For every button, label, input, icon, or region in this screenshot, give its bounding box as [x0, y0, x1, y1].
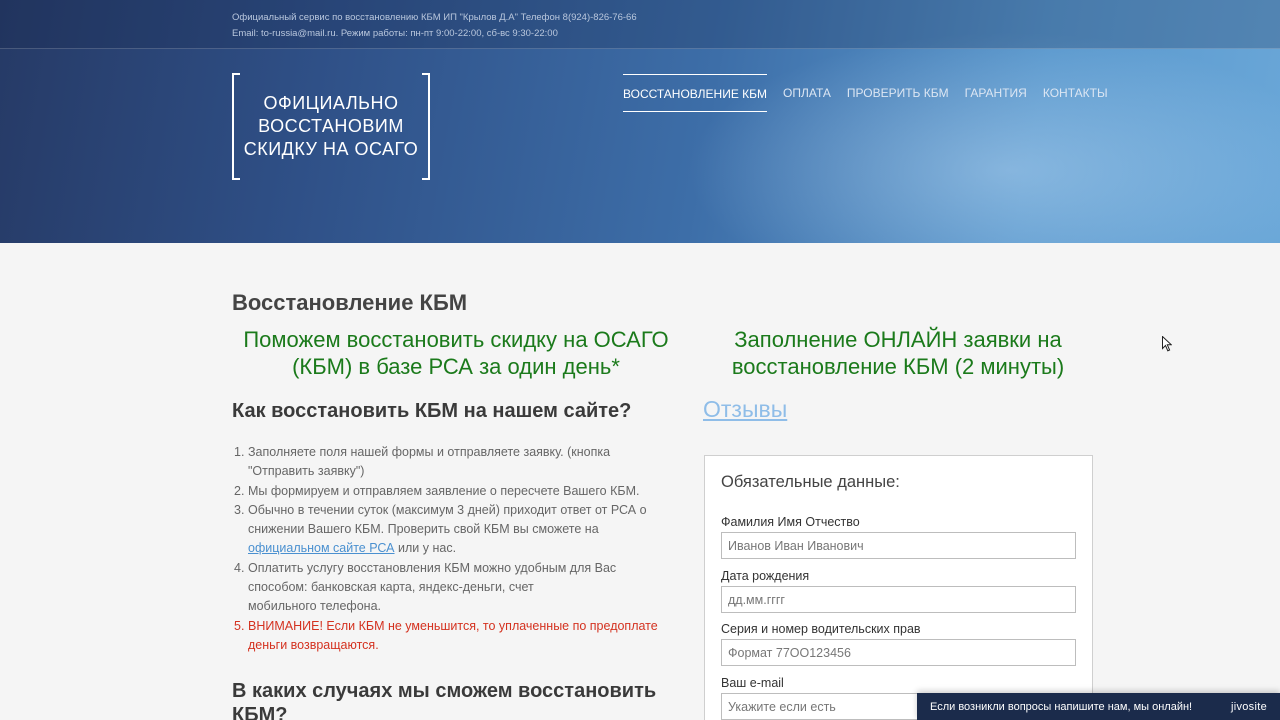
license-label: Серия и номер водительских прав: [721, 622, 921, 636]
list-item: 4. Оплатить услугу восстановления КБМ мо…: [232, 559, 672, 617]
step-text: Обычно в течении суток (максимум 3 дней)…: [248, 502, 647, 537]
step-text: ВНИМАНИЕ! Если КБМ не уменьшится, то упл…: [248, 618, 658, 652]
reviews-link[interactable]: Отзывы: [703, 396, 787, 423]
mouse-cursor-icon: [1162, 336, 1172, 352]
chat-prompt: Если возникли вопросы напишите нам, мы о…: [930, 700, 1193, 713]
rsa-site-link[interactable]: официальном сайте РСА: [248, 541, 395, 555]
list-item: 1. Заполняете поля нашей формы и отправл…: [232, 443, 672, 482]
nav-item-contacts[interactable]: Контакты: [1043, 74, 1108, 112]
step-text: Заполняете поля нашей формы и отправляет…: [248, 445, 611, 479]
nav-item-check-kbm[interactable]: Проверить КБМ: [847, 74, 949, 112]
list-item-warning: 5. ВНИМАНИЕ! Если КБМ не уменьшится, то …: [232, 617, 672, 656]
cases-title: В каких случаях мы сможем восстановить К…: [232, 680, 657, 720]
birthdate-label: Дата рождения: [721, 569, 810, 583]
fullname-label: Фамилия Имя Отчество: [721, 515, 860, 529]
howto-title: Как восстановить КБМ на нашем сайте?: [232, 400, 632, 422]
contact-info: Email: to-russia@mail.ru. Режим работы: …: [232, 28, 558, 39]
step-number: 4.: [234, 560, 245, 575]
fullname-input[interactable]: [721, 532, 1076, 559]
chat-widget[interactable]: Если возникли вопросы напишите нам, мы о…: [917, 693, 1280, 720]
license-input[interactable]: [721, 639, 1076, 666]
step-number: 5.: [234, 618, 245, 633]
list-item: 2. Мы формируем и отправляем заявление о…: [232, 482, 672, 501]
step-number: 1.: [234, 445, 245, 459]
steps-list: 1. Заполняете поля нашей формы и отправл…: [232, 443, 672, 655]
site-logo[interactable]: ОФИЦИАЛЬНО ВОССТАНОВИМ СКИДКУ НА ОСАГО: [232, 73, 430, 180]
hero-header: Официальный сервис по восстановлению КБМ…: [0, 0, 1280, 243]
step-number: 3.: [234, 502, 245, 517]
step-text: мобильного телефона.: [248, 599, 381, 614]
nav-item-guarantee[interactable]: Гарантия: [965, 74, 1027, 112]
form-title: Обязательные данные:: [721, 473, 900, 491]
logo-text: ОФИЦИАЛЬНО ВОССТАНОВИМ СКИДКУ НА ОСАГО: [243, 93, 419, 159]
nav-item-payment[interactable]: Оплата: [783, 74, 831, 112]
page-title: Восстановление КБМ: [232, 290, 468, 315]
headline-right: Заполнение ОНЛАЙН заявки на восстановлен…: [731, 327, 1065, 379]
step-text: Мы формируем и отправляем заявление о пе…: [248, 483, 640, 498]
main-nav: Восстановление КБМ Оплата Проверить КБМ …: [623, 74, 1124, 112]
birthdate-input[interactable]: [721, 586, 1076, 613]
company-info: Официальный сервис по восстановлению КБМ…: [232, 12, 637, 23]
nav-item-restore-kbm[interactable]: Восстановление КБМ: [623, 74, 768, 112]
step-text: Оплатить услугу восстановления КБМ можно…: [248, 560, 617, 595]
application-form: Обязательные данные: Фамилия Имя Отчеств…: [704, 455, 1093, 720]
list-item: 3. Обычно в течении суток (максимум 3 дн…: [232, 501, 672, 559]
email-label: Ваш e-mail: [721, 676, 784, 690]
headline-left: Поможем восстановить скидку на ОСАГО (КБ…: [243, 327, 669, 379]
chat-brand-logo: jivosite: [1230, 700, 1267, 713]
top-info-bar: Официальный сервис по восстановлению КБМ…: [0, 0, 1280, 49]
step-text: или у нас.: [394, 541, 457, 556]
step-number: 2.: [234, 483, 245, 498]
